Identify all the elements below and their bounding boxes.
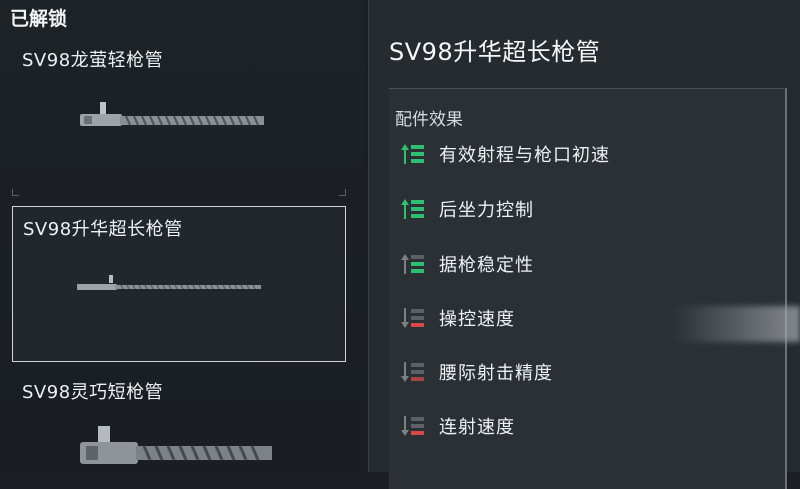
weapon-preview-glare bbox=[672, 306, 800, 342]
effect-label: 腰际射击精度 bbox=[439, 363, 553, 384]
effect-row: 据枪稳定性 bbox=[401, 249, 534, 279]
part-card-lingqiao-short-barrel[interactable]: SV98灵巧短枪管 bbox=[12, 370, 346, 472]
part-card-label: SV98龙萤轻枪管 bbox=[22, 50, 164, 71]
effect-label: 后坐力控制 bbox=[439, 200, 534, 221]
effect-row: 操控速度 bbox=[401, 303, 515, 333]
part-card-shenghua-extended-barrel[interactable]: SV98升华超长枪管 bbox=[12, 206, 346, 362]
effects-heading: 配件效果 bbox=[395, 110, 463, 130]
detail-title: SV98升华超长枪管 bbox=[389, 38, 601, 66]
stat-up-weak-icon bbox=[401, 254, 424, 274]
barrel-image bbox=[77, 275, 261, 290]
stat-down-icon bbox=[401, 308, 424, 328]
stat-up-strong-icon bbox=[401, 144, 424, 164]
card-corner-mark bbox=[12, 189, 19, 196]
effect-label: 有效射程与枪口初速 bbox=[439, 145, 610, 166]
effect-row: 腰际射击精度 bbox=[401, 357, 553, 387]
effects-box: 配件效果 有效射程与枪口初速 后坐力控制 据枪稳定性 操控速度 腰际射击精度 连… bbox=[389, 88, 787, 489]
effect-row: 后坐力控制 bbox=[401, 194, 534, 224]
effect-label: 据枪稳定性 bbox=[439, 255, 534, 276]
part-card-label: SV98升华超长枪管 bbox=[23, 219, 183, 240]
effect-label: 连射速度 bbox=[439, 417, 515, 438]
stat-down-weak-icon bbox=[401, 362, 424, 382]
part-card-longying-light-barrel[interactable]: SV98龙萤轻枪管 bbox=[12, 38, 346, 196]
effect-label: 操控速度 bbox=[439, 309, 515, 330]
section-title: 已解锁 bbox=[10, 8, 68, 30]
stat-down-icon bbox=[401, 416, 424, 436]
effect-row: 连射速度 bbox=[401, 411, 515, 441]
unlocked-parts-panel: 已解锁 SV98龙萤轻枪管 SV98升华超长枪管 SV98灵巧短枪管 bbox=[0, 0, 365, 472]
part-card-label: SV98灵巧短枪管 bbox=[22, 382, 164, 403]
barrel-image bbox=[80, 102, 264, 126]
effect-row: 有效射程与枪口初速 bbox=[401, 139, 610, 169]
part-detail-panel: SV98升华超长枪管 配件效果 有效射程与枪口初速 后坐力控制 据枪稳定性 操控… bbox=[368, 0, 800, 489]
card-corner-mark bbox=[339, 189, 346, 196]
stat-up-strong-icon bbox=[401, 199, 424, 219]
barrel-image bbox=[80, 426, 272, 464]
